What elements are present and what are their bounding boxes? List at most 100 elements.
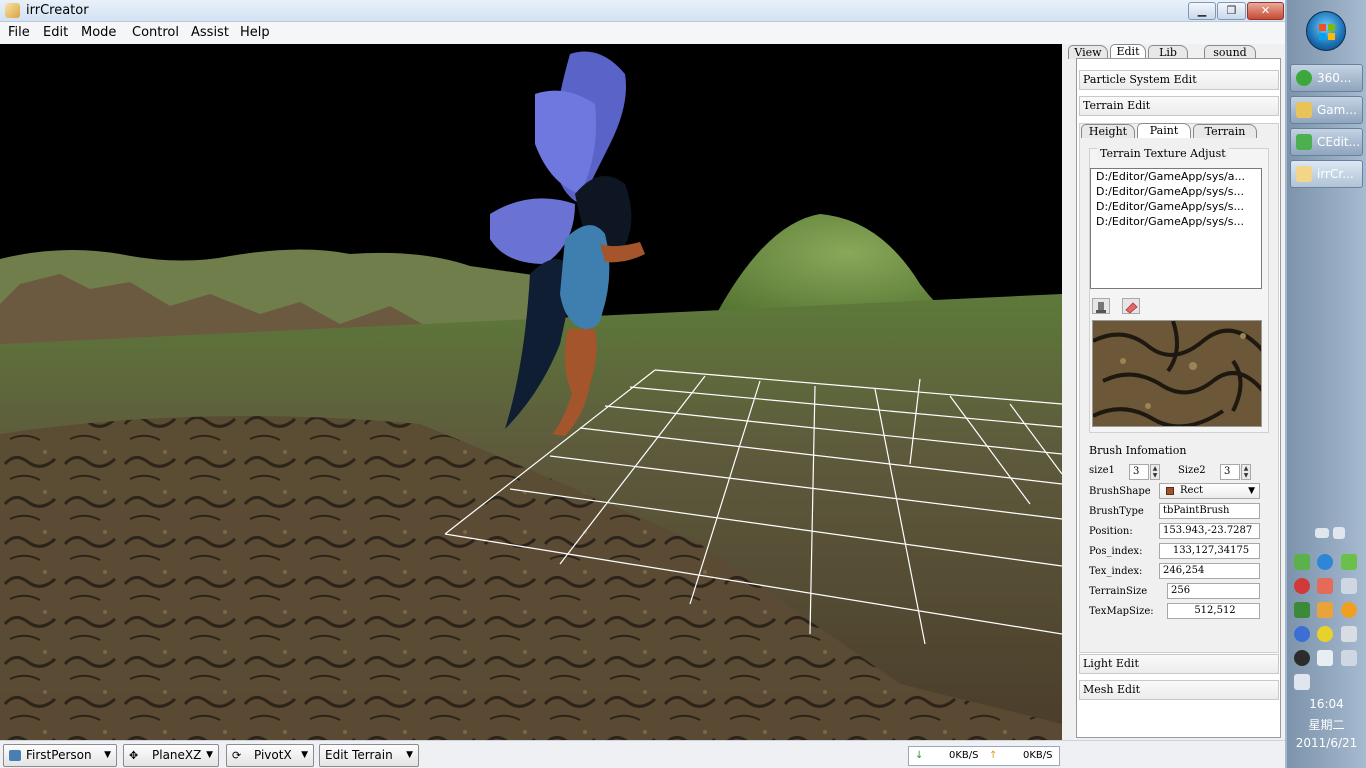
- texture-group-title: Terrain Texture Adjust: [1097, 147, 1229, 160]
- plane-select[interactable]: ✥ PlaneXZ ▼: [123, 744, 219, 767]
- camera-mode-value: FirstPerson: [26, 748, 92, 762]
- edit-mode-value: Edit Terrain: [325, 748, 393, 762]
- position-field[interactable]: 153.943,-23.7287: [1159, 523, 1260, 539]
- green-app-icon[interactable]: [1341, 554, 1357, 570]
- brush-shape-select[interactable]: Rect ▼: [1159, 483, 1260, 499]
- texmap-size-label: TexMapSize:: [1089, 606, 1154, 617]
- eraser-icon[interactable]: [1122, 298, 1140, 314]
- video-icon[interactable]: [1294, 602, 1310, 618]
- app-logo-icon: [5, 3, 20, 18]
- rotate-icon: ⟳: [232, 749, 242, 762]
- 360-browser-icon: [1296, 70, 1312, 86]
- menu-file[interactable]: File: [8, 25, 30, 40]
- tex-index-label: Tex_index:: [1089, 566, 1143, 577]
- texture-list[interactable]: D:/Editor/GameApp/sys/a... D:/Editor/Gam…: [1090, 168, 1262, 289]
- taskbar-button-360[interactable]: 360...: [1290, 64, 1363, 92]
- terrain-size-field[interactable]: 256: [1167, 583, 1260, 599]
- size1-input[interactable]: 3: [1129, 464, 1149, 480]
- particle-system-edit-section[interactable]: Particle System Edit: [1079, 70, 1279, 90]
- chevron-down-icon: ▼: [206, 750, 213, 760]
- menu-edit[interactable]: Edit: [43, 25, 68, 40]
- download-arrow-icon: ↓: [915, 750, 924, 761]
- menu-help[interactable]: Help: [240, 25, 270, 40]
- chevron-down-icon: ▼: [406, 750, 413, 760]
- brush-shape-label: BrushShape: [1089, 486, 1151, 497]
- menu-bar: File Edit Mode Control Assist Help: [0, 22, 1285, 44]
- brush-type-field[interactable]: tbPaintBrush: [1159, 503, 1260, 519]
- size1-spinner[interactable]: ▲ ▼: [1150, 464, 1160, 480]
- clock-date[interactable]: 2011/6/21: [1287, 736, 1366, 750]
- chevron-down-icon: ▼: [1248, 486, 1255, 496]
- window-title: irrCreator: [26, 3, 89, 18]
- taskbar-button-cedit[interactable]: CEdit...: [1290, 128, 1363, 156]
- rect-shape-icon: [1166, 487, 1174, 495]
- mesh-edit-section[interactable]: Mesh Edit: [1079, 680, 1279, 700]
- tab-edit[interactable]: Edit: [1110, 44, 1146, 59]
- size2-spinner[interactable]: ▲ ▼: [1241, 464, 1251, 480]
- title-bar[interactable]: irrCreator ▁ ❐ ✕: [0, 0, 1285, 22]
- volume-icon[interactable]: [1294, 674, 1310, 690]
- size1-label: size1: [1089, 465, 1115, 476]
- camera-icon: [9, 750, 21, 761]
- clock-time[interactable]: 16:04: [1287, 697, 1366, 711]
- display-icon[interactable]: [1341, 578, 1357, 594]
- start-button[interactable]: [1306, 11, 1346, 51]
- application-window: irrCreator ▁ ❐ ✕ File Edit Mode Control …: [0, 0, 1285, 768]
- orange-app-icon[interactable]: [1341, 602, 1357, 618]
- menu-control[interactable]: Control: [132, 25, 179, 40]
- taskbar-button-game[interactable]: Gam...: [1290, 96, 1363, 124]
- chevron-down-icon: ▼: [104, 750, 111, 760]
- size2-input[interactable]: 3: [1220, 464, 1240, 480]
- pos-index-label: Pos_index:: [1089, 546, 1143, 557]
- signal-icon[interactable]: [1341, 650, 1357, 666]
- property-panel: View Edit Lib sound Particle System Edit…: [1062, 44, 1285, 740]
- 3d-viewport[interactable]: [0, 44, 1062, 740]
- list-item[interactable]: D:/Editor/GameApp/sys/s...: [1091, 199, 1261, 214]
- taskbar-button-irrcreator[interactable]: irrCr...: [1290, 160, 1363, 188]
- list-item[interactable]: D:/Editor/GameApp/sys/a...: [1091, 169, 1261, 184]
- minimize-button[interactable]: ▁: [1188, 2, 1216, 20]
- menu-mode[interactable]: Mode: [81, 25, 116, 40]
- maximize-button[interactable]: ❐: [1217, 2, 1246, 20]
- brush-group-title: Brush Infomation: [1089, 444, 1187, 457]
- clipboard-icon[interactable]: [1317, 650, 1333, 666]
- tab-height[interactable]: Height: [1081, 124, 1135, 138]
- tab-lib[interactable]: Lib: [1148, 45, 1188, 59]
- speaker-icon[interactable]: [1317, 578, 1333, 594]
- terrain-size-label: TerrainSize: [1089, 586, 1148, 597]
- thunder-icon[interactable]: [1317, 554, 1333, 570]
- brush-icon[interactable]: [1092, 298, 1110, 314]
- list-item[interactable]: D:/Editor/GameApp/sys/s...: [1091, 184, 1261, 199]
- texmap-size-field[interactable]: 512,512: [1167, 603, 1260, 619]
- brush-type-label: BrushType: [1089, 506, 1144, 517]
- tab-sound[interactable]: sound: [1204, 45, 1256, 59]
- nvidia-icon[interactable]: [1294, 554, 1310, 570]
- clock-weekday[interactable]: 星期二: [1287, 716, 1366, 733]
- tab-terrain[interactable]: Terrain: [1193, 124, 1257, 138]
- size2-label: Size2: [1178, 465, 1206, 476]
- chevron-down-icon: ▼: [301, 750, 308, 760]
- list-item[interactable]: D:/Editor/GameApp/sys/s...: [1091, 214, 1261, 229]
- windows-logo-icon: [1319, 24, 1335, 40]
- light-edit-section[interactable]: Light Edit: [1079, 654, 1279, 674]
- tab-view[interactable]: View: [1068, 45, 1108, 59]
- pos-index-field[interactable]: 133,127,34175: [1159, 543, 1260, 559]
- tab-paint[interactable]: Paint: [1137, 123, 1191, 138]
- expand-tray-icon[interactable]: [1333, 527, 1345, 539]
- plus-app-icon[interactable]: [1317, 626, 1333, 642]
- security-icon[interactable]: [1294, 578, 1310, 594]
- tex-index-field[interactable]: 246,254: [1159, 563, 1260, 579]
- qq-icon[interactable]: [1294, 626, 1310, 642]
- texture-preview: [1092, 320, 1262, 427]
- edit-mode-select[interactable]: Edit Terrain ▼: [319, 744, 419, 767]
- terrain-edit-section[interactable]: Terrain Edit: [1079, 96, 1279, 116]
- upload-arrow-icon: ↑: [989, 750, 998, 761]
- edit-tool-icon[interactable]: [1317, 602, 1333, 618]
- keyboard-icon[interactable]: [1315, 528, 1329, 538]
- close-button[interactable]: ✕: [1247, 2, 1284, 20]
- penguin-icon[interactable]: [1294, 650, 1310, 666]
- menu-assist[interactable]: Assist: [191, 25, 229, 40]
- network-blocked-icon[interactable]: [1341, 626, 1357, 642]
- pivot-select[interactable]: ⟳ PivotX ▼: [226, 744, 314, 767]
- camera-mode-select[interactable]: FirstPerson ▼: [3, 744, 117, 767]
